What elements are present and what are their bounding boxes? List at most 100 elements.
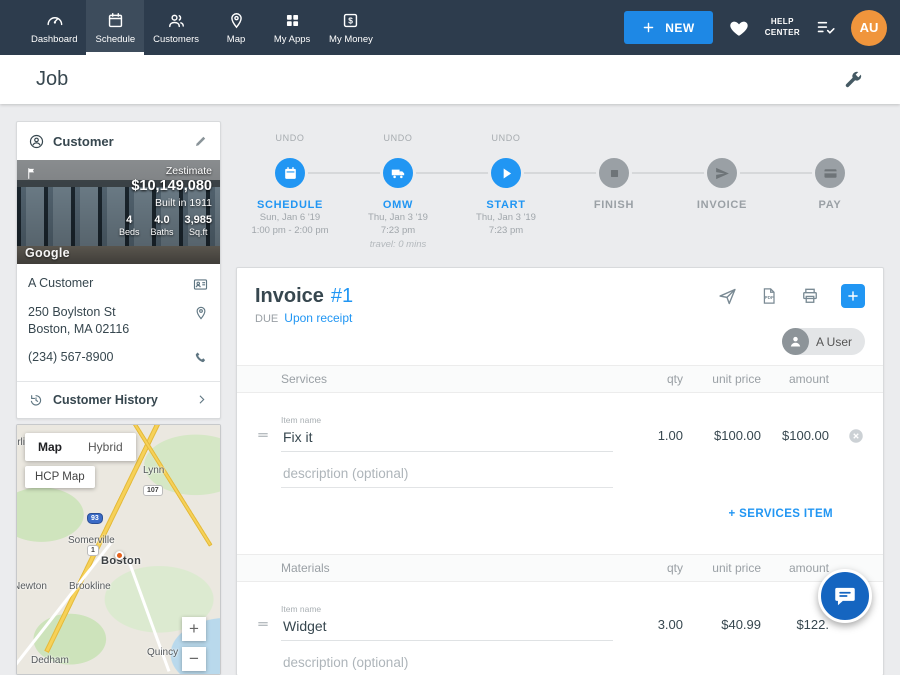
assigned-user-chip[interactable]: A User — [782, 328, 865, 355]
map-button[interactable]: Map — [25, 433, 75, 461]
nav-item-my-money[interactable]: $ My Money — [320, 0, 382, 55]
flag-icon — [25, 166, 40, 181]
address-line2: Boston, MA 02116 — [28, 322, 129, 336]
pdf-icon[interactable]: PDF — [759, 286, 779, 306]
city-label: Brookline — [69, 581, 111, 592]
undo-link[interactable]: UNDO — [492, 133, 521, 149]
step-label: START — [486, 199, 525, 211]
chevron-right-icon — [194, 392, 209, 407]
map-pin-icon — [227, 11, 246, 30]
drag-handle-icon[interactable] — [255, 616, 281, 641]
step-label: OMW — [383, 199, 413, 211]
address-line1: 250 Boylston St — [28, 305, 116, 319]
invoice-add-button[interactable] — [841, 284, 865, 308]
service-qty-value[interactable]: 1.00 — [613, 428, 683, 452]
map-type-buttons: Map Hybrid — [25, 433, 136, 461]
zoom-in-button[interactable]: + — [182, 617, 206, 641]
zestimate-value: $10,149,080 — [119, 178, 212, 194]
pay-step-card-icon[interactable] — [812, 155, 848, 191]
heart-icon[interactable] — [728, 17, 750, 39]
materials-title: Materials — [281, 561, 613, 575]
col-unit-price: unit price — [683, 561, 761, 575]
location-pin-icon[interactable] — [193, 305, 209, 321]
customer-history-label: Customer History — [53, 393, 185, 407]
material-unit-price-value[interactable]: $40.99 — [683, 617, 761, 641]
customer-history-row[interactable]: Customer History — [17, 381, 220, 418]
city-label: Newton — [16, 581, 47, 592]
timeline-step-start: UNDO START Thu, Jan 3 '19 7:23 pm — [452, 133, 560, 251]
zestimate-label: Zestimate — [119, 165, 212, 177]
customer-name-row: A Customer — [28, 275, 209, 293]
user-person-icon — [782, 328, 809, 355]
contact-card-icon[interactable] — [192, 276, 209, 293]
service-unit-price-value[interactable]: $100.00 — [683, 428, 761, 452]
remove-item-icon[interactable] — [847, 427, 865, 452]
timeline-step-invoice: INVOICE — [668, 133, 776, 251]
finish-step-stop-icon[interactable] — [596, 155, 632, 191]
invoice-due: DUE Upon receipt — [255, 311, 865, 325]
item-name-label: Item name — [281, 415, 613, 425]
property-stats: 4Beds 4.0Baths 3,985Sq.ft — [119, 214, 212, 237]
job-tools-icon[interactable] — [842, 69, 864, 91]
omw-step-truck-icon[interactable] — [380, 155, 416, 191]
undo-link[interactable]: UNDO — [276, 133, 305, 149]
material-item-name-input[interactable] — [281, 618, 613, 641]
invoice-step-send-icon[interactable] — [704, 155, 740, 191]
nav-item-schedule[interactable]: Schedule — [86, 0, 144, 55]
new-button[interactable]: NEW — [624, 11, 713, 44]
customer-card-title: Customer — [53, 134, 185, 149]
customer-address-row: 250 Boylston St Boston, MA 02116 — [28, 304, 209, 338]
due-terms-link[interactable]: Upon receipt — [284, 311, 352, 325]
history-icon — [28, 392, 44, 408]
route-shield-93: 93 — [87, 513, 103, 524]
add-services-item-link[interactable]: + SERVICES ITEM — [728, 508, 833, 520]
col-amount: amount — [761, 561, 829, 575]
task-list-icon[interactable] — [815, 17, 836, 38]
nav-item-map[interactable]: Map — [208, 0, 264, 55]
send-invoice-icon[interactable] — [717, 286, 738, 307]
schedule-step-calendar-icon[interactable] — [272, 155, 308, 191]
nav-label: My Money — [329, 34, 373, 45]
material-amount-value: $122. — [761, 617, 829, 641]
service-item-name-input[interactable] — [281, 429, 613, 452]
print-icon[interactable] — [800, 286, 820, 306]
help-center-link[interactable]: HELP CENTER — [765, 17, 800, 39]
step-label: PAY — [819, 199, 842, 211]
nav-item-customers[interactable]: Customers — [144, 0, 208, 55]
start-step-play-icon[interactable] — [488, 155, 524, 191]
hcp-map-button[interactable]: HCP Map — [25, 466, 95, 488]
nav-label: Map — [227, 34, 245, 45]
zoom-out-button[interactable]: − — [182, 647, 206, 671]
invoice-actions: PDF — [717, 284, 865, 308]
edit-pencil-icon[interactable] — [193, 133, 209, 149]
nav-label: Dashboard — [31, 34, 77, 45]
job-location-marker[interactable] — [115, 551, 124, 560]
job-progress-timeline: UNDO SCHEDULE Sun, Jan 6 '19 1:00 pm - 2… — [236, 133, 884, 263]
property-photo: Zestimate $10,149,080 Built in 1911 4Bed… — [17, 160, 220, 264]
material-qty-value[interactable]: 3.00 — [613, 617, 683, 641]
chat-bubble-button[interactable] — [818, 569, 872, 623]
service-description-row — [237, 452, 883, 488]
city-label: Quincy — [147, 647, 178, 658]
customers-icon — [167, 11, 186, 30]
hybrid-button[interactable]: Hybrid — [75, 433, 136, 461]
customer-phone-row: (234) 567-8900 — [28, 349, 209, 366]
customer-name: A Customer — [28, 275, 93, 292]
built-year: Built in 1911 — [119, 197, 212, 209]
invoice-header: Invoice #1 PDF DUE Upon receipt A User — [237, 268, 883, 325]
service-description-input[interactable] — [281, 466, 613, 488]
svg-text:PDF: PDF — [765, 295, 774, 300]
undo-link[interactable]: UNDO — [384, 133, 413, 149]
zestimate-overlay: Zestimate $10,149,080 Built in 1911 4Bed… — [119, 165, 212, 237]
nav-label: Customers — [153, 34, 199, 45]
nav-item-dashboard[interactable]: Dashboard — [22, 0, 86, 55]
drag-handle-icon[interactable] — [255, 427, 281, 452]
phone-icon[interactable] — [193, 350, 209, 366]
job-header-bar: Job — [0, 55, 900, 104]
nav-item-my-apps[interactable]: My Apps — [264, 0, 320, 55]
user-avatar[interactable]: AU — [851, 10, 887, 46]
page-title: Job — [36, 68, 68, 91]
materials-section-header: Materials qty unit price amount — [237, 554, 883, 582]
nav-right-cluster: NEW HELP CENTER AU — [624, 0, 900, 55]
material-description-input[interactable] — [281, 655, 613, 675]
